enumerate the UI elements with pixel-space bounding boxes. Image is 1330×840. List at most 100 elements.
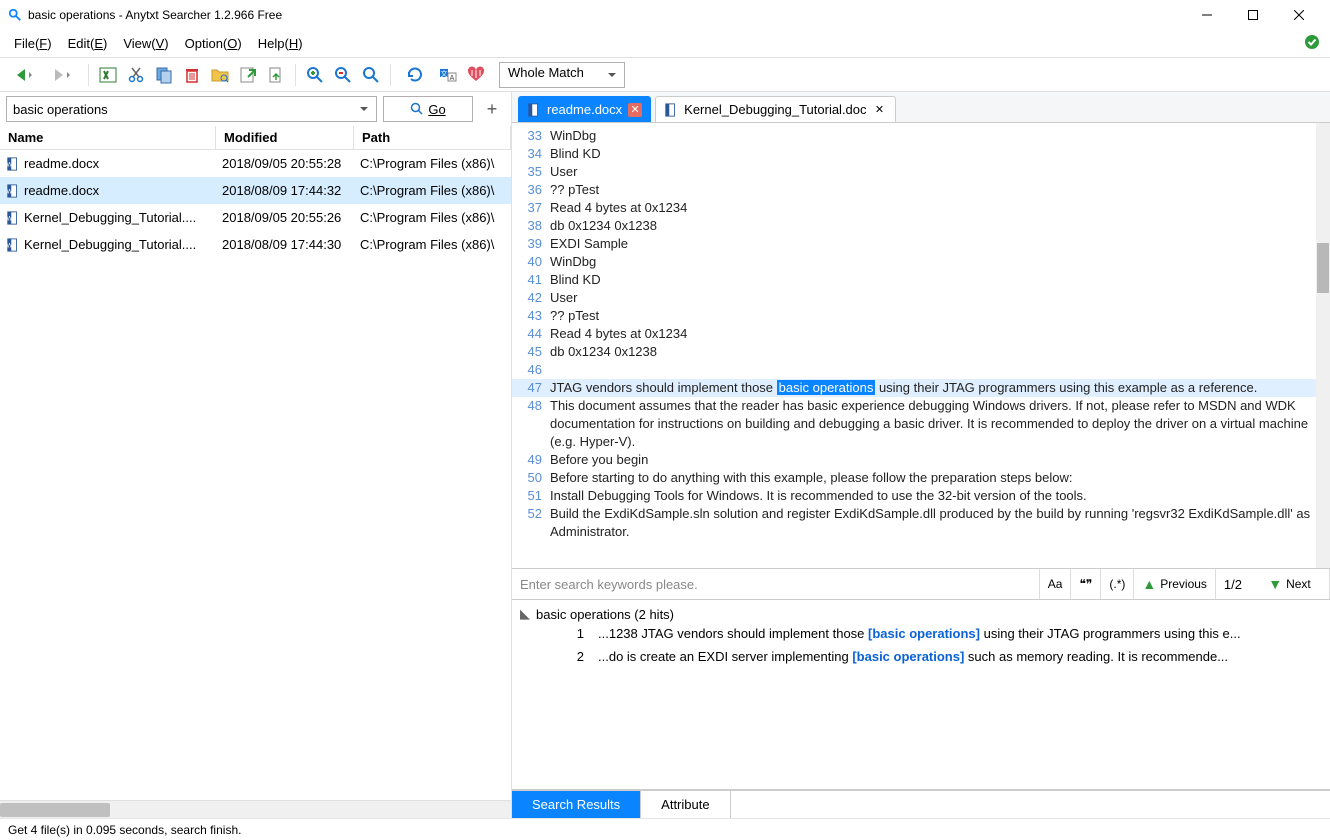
- viewer-line: 46: [512, 361, 1330, 379]
- viewer-line: 51Install Debugging Tools for Windows. I…: [512, 487, 1330, 505]
- status-bar: Get 4 file(s) in 0.095 seconds, search f…: [0, 818, 1330, 840]
- results-pane: basic operations Go + Name Modified Path…: [0, 92, 512, 818]
- copy-icon[interactable]: [151, 62, 177, 88]
- line-text: User: [550, 163, 1324, 181]
- menu-help[interactable]: Help(H): [250, 33, 311, 54]
- go-button[interactable]: Go: [383, 96, 473, 122]
- match-word-button[interactable]: ❝❞: [1071, 569, 1101, 599]
- line-number: 45: [518, 343, 542, 361]
- viewer-line: 45 db 0x1234 0x1238: [512, 343, 1330, 361]
- translate-icon[interactable]: 文A: [435, 62, 461, 88]
- viewer-line: 39EXDI Sample: [512, 235, 1330, 253]
- file-row[interactable]: Wreadme.docx2018/08/09 17:44:32C:\Progra…: [0, 177, 511, 204]
- viewer-line: 47JTAG vendors should implement those ba…: [512, 379, 1330, 397]
- viewer-line: 48This document assumes that the reader …: [512, 397, 1330, 451]
- file-tab[interactable]: readme.docx✕: [518, 96, 651, 122]
- find-position: 1/2: [1216, 569, 1250, 599]
- viewer-line: 49Before you begin: [512, 451, 1330, 469]
- svg-text:W: W: [7, 215, 13, 222]
- line-number: 35: [518, 163, 542, 181]
- go-label: Go: [428, 102, 445, 117]
- line-text: db 0x1234 0x1238: [550, 343, 1324, 361]
- search-input[interactable]: basic operations: [6, 96, 377, 122]
- menu-view[interactable]: View(V): [115, 33, 176, 54]
- svg-text:A: A: [450, 75, 455, 82]
- refresh-icon[interactable]: [397, 62, 433, 88]
- regex-button[interactable]: (.*): [1101, 569, 1134, 599]
- preview-pane: readme.docx✕Kernel_Debugging_Tutorial.do…: [512, 92, 1330, 818]
- file-row[interactable]: Wreadme.docx2018/09/05 20:55:28C:\Progra…: [0, 150, 511, 177]
- maximize-button[interactable]: [1230, 0, 1276, 30]
- file-modified: 2018/09/05 20:55:28: [216, 156, 354, 171]
- file-tab[interactable]: Kernel_Debugging_Tutorial.doc✕: [655, 96, 895, 122]
- doc-export-icon[interactable]: [263, 62, 289, 88]
- find-icon[interactable]: [358, 62, 384, 88]
- line-number: 44: [518, 325, 542, 343]
- close-tab-icon[interactable]: ✕: [628, 103, 642, 117]
- tab-attribute[interactable]: Attribute: [641, 791, 730, 818]
- status-ok-icon: [1304, 34, 1320, 50]
- line-text: Blind KD: [550, 145, 1324, 163]
- word-icon: [664, 103, 678, 117]
- viewer-line: 38db 0x1234 0x1238: [512, 217, 1330, 235]
- cut-icon[interactable]: [123, 62, 149, 88]
- line-text: Read 4 bytes at 0x1234: [550, 199, 1324, 217]
- viewer-line: 42User: [512, 289, 1330, 307]
- result-hit[interactable]: 1...1238 JTAG vendors should implement t…: [520, 622, 1322, 645]
- menu-edit[interactable]: Edit(E): [60, 33, 116, 54]
- line-number: 50: [518, 469, 542, 487]
- file-path: C:\Program Files (x86)\: [354, 156, 511, 171]
- excel-export-icon[interactable]: [95, 62, 121, 88]
- zoom-in-icon[interactable]: [302, 62, 328, 88]
- menu-file[interactable]: File(F): [6, 33, 60, 54]
- line-number: 52: [518, 505, 542, 541]
- viewer-line: 36?? pTest: [512, 181, 1330, 199]
- match-case-button[interactable]: Aa: [1040, 569, 1072, 599]
- collapse-icon[interactable]: ◣: [520, 606, 530, 622]
- tab-search-results[interactable]: Search Results: [512, 791, 641, 818]
- match-mode-select[interactable]: Whole Match: [499, 62, 625, 88]
- line-number: 46: [518, 361, 542, 379]
- line-number: 38: [518, 217, 542, 235]
- line-text: Before you begin: [550, 451, 1324, 469]
- minimize-button[interactable]: [1184, 0, 1230, 30]
- find-previous-button[interactable]: ▲Previous: [1134, 569, 1216, 599]
- line-number: 43: [518, 307, 542, 325]
- file-row[interactable]: WKernel_Debugging_Tutorial....2018/08/09…: [0, 231, 511, 258]
- line-text: Before starting to do anything with this…: [550, 469, 1324, 487]
- line-number: 40: [518, 253, 542, 271]
- window-title: basic operations - Anytxt Searcher 1.2.9…: [28, 8, 1184, 22]
- forward-button[interactable]: [46, 62, 82, 88]
- file-row[interactable]: WKernel_Debugging_Tutorial....2018/09/05…: [0, 204, 511, 231]
- text-viewer[interactable]: 33WinDbg34Blind KD35User36?? pTest37Read…: [512, 122, 1330, 568]
- col-name[interactable]: Name: [0, 126, 216, 149]
- delete-icon[interactable]: [179, 62, 205, 88]
- col-path[interactable]: Path: [354, 126, 511, 149]
- back-button[interactable]: [8, 62, 44, 88]
- hit-number: 2: [570, 649, 584, 664]
- line-number: 36: [518, 181, 542, 199]
- col-modified[interactable]: Modified: [216, 126, 354, 149]
- viewer-line: 37Read 4 bytes at 0x1234: [512, 199, 1330, 217]
- viewer-line: 35 User: [512, 163, 1330, 181]
- close-tab-icon[interactable]: ✕: [873, 103, 887, 117]
- file-modified: 2018/09/05 20:55:26: [216, 210, 354, 225]
- zoom-out-icon[interactable]: [330, 62, 356, 88]
- viewer-line: 34 Blind KD: [512, 145, 1330, 163]
- find-input[interactable]: Enter search keywords please.: [512, 569, 1040, 599]
- vscrollbar[interactable]: [1316, 123, 1330, 568]
- hscrollbar[interactable]: [0, 800, 511, 818]
- menu-option[interactable]: Option(O): [177, 33, 250, 54]
- line-text: [550, 361, 1324, 379]
- line-text: JTAG vendors should implement those basi…: [550, 379, 1324, 397]
- favorite-icon[interactable]: [463, 62, 489, 88]
- close-button[interactable]: [1276, 0, 1322, 30]
- line-number: 34: [518, 145, 542, 163]
- line-number: 51: [518, 487, 542, 505]
- viewer-line: 50 Before starting to do anything with th…: [512, 469, 1330, 487]
- add-search-button[interactable]: +: [479, 96, 505, 122]
- result-hit[interactable]: 2...do is create an EXDI server implemen…: [520, 645, 1322, 668]
- find-next-button[interactable]: ▼Next: [1250, 569, 1330, 599]
- external-open-icon[interactable]: [235, 62, 261, 88]
- open-folder-icon[interactable]: [207, 62, 233, 88]
